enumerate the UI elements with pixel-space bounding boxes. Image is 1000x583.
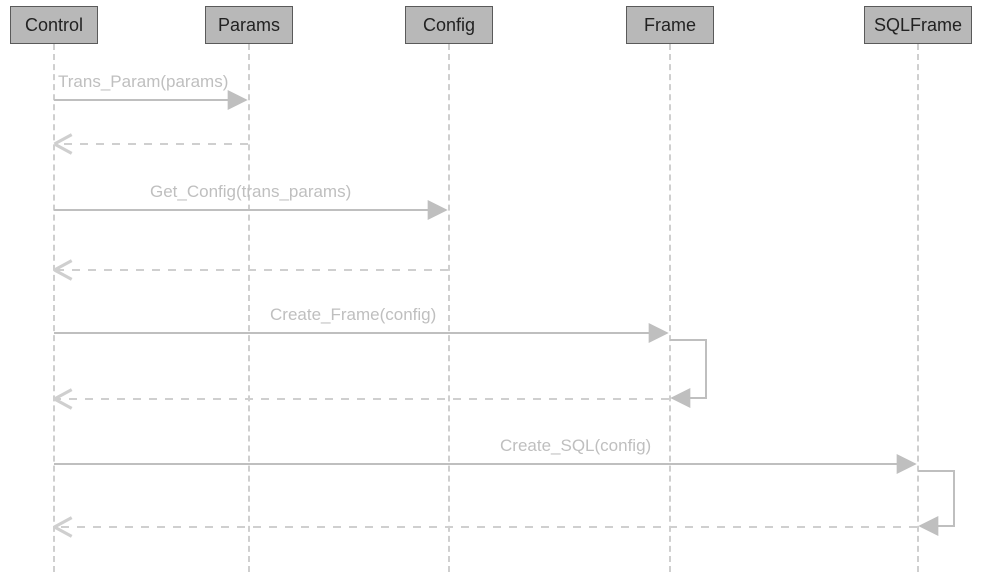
participant-config: Config [405, 6, 493, 44]
participant-label: SQLFrame [874, 15, 962, 35]
message-label-get-config: Get_Config(trans_params) [150, 182, 351, 202]
participant-label: Config [423, 15, 475, 35]
lifeline-config [448, 44, 450, 572]
lifeline-frame [669, 44, 671, 572]
sequence-diagram: Control Params Config Frame SQLFrame Tra… [0, 0, 1000, 583]
participant-sqlframe: SQLFrame [864, 6, 972, 44]
participant-control: Control [10, 6, 98, 44]
participant-label: Params [218, 15, 280, 35]
lifeline-control [53, 44, 55, 572]
self-loop [918, 471, 954, 526]
lifeline-sqlframe [917, 44, 919, 572]
participant-frame: Frame [626, 6, 714, 44]
message-label-create-sql: Create_SQL(config) [500, 436, 651, 456]
participant-params: Params [205, 6, 293, 44]
message-label-trans-param: Trans_Param(params) [58, 72, 228, 92]
participant-label: Control [25, 15, 83, 35]
self-loop [670, 340, 706, 398]
participant-label: Frame [644, 15, 696, 35]
message-label-create-frame: Create_Frame(config) [270, 305, 436, 325]
lifeline-params [248, 44, 250, 572]
